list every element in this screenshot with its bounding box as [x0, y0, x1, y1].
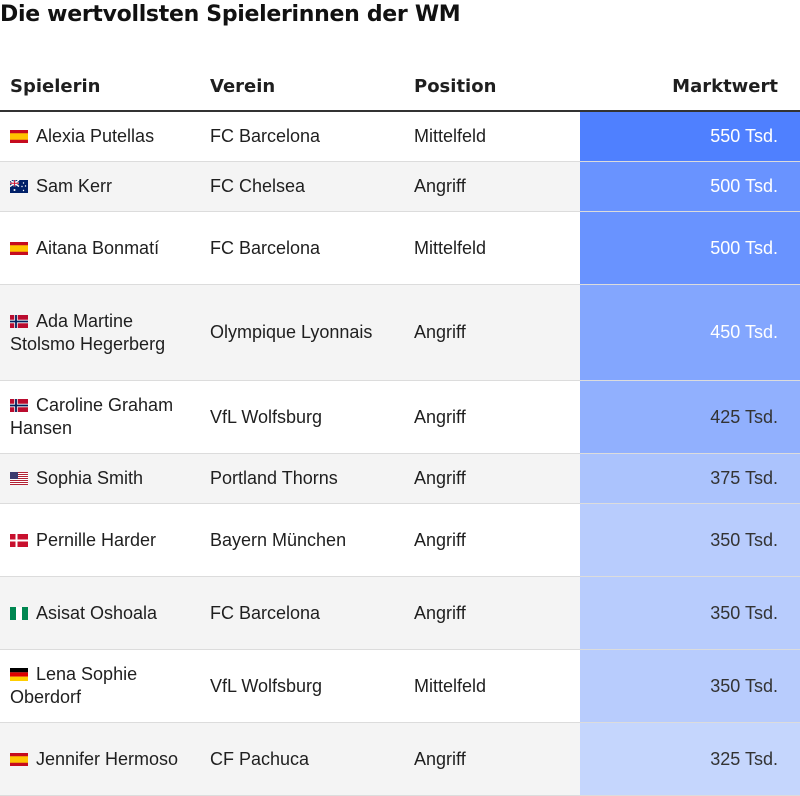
table-row: Caroline Graham Hansen VfL Wolfsburg Angri… — [0, 380, 800, 454]
germany-flag-icon — [10, 668, 28, 681]
player-name: Sam Kerr — [36, 176, 113, 196]
column-header-position[interactable]: Position — [404, 62, 580, 112]
player-name: Aitana Bonmatí — [36, 237, 160, 258]
player-name: Caroline Graham Hansen — [10, 395, 174, 438]
cell-player: Pernille Harder — [0, 503, 200, 577]
cell-club: FC Chelsea — [200, 161, 404, 212]
cell-position: Angriff — [404, 453, 580, 504]
cell-club: VfL Wolfsburg — [200, 649, 404, 723]
cell-club: FC Barcelona — [200, 576, 404, 650]
cell-market-value: 350 Tsd. — [580, 576, 800, 650]
table-row: Jennifer Hermoso CF Pachuca Angriff 325 Tsd… — [0, 722, 800, 796]
cell-player: Sophia Smith — [0, 453, 200, 504]
player-name: Asisat Oshoala — [36, 602, 158, 623]
cell-market-value: 350 Tsd. — [580, 649, 800, 723]
norway-flag-icon — [10, 399, 28, 412]
cell-position: Angriff — [404, 722, 580, 796]
cell-player: Sam Kerr — [0, 161, 200, 212]
cell-market-value: 500 Tsd. — [580, 211, 800, 285]
denmark-flag-icon — [10, 533, 28, 547]
cell-player: Ada Martine Stolsmo Hegerberg — [0, 284, 200, 381]
player-name: Ada Martine Stolsmo Hegerberg — [10, 310, 166, 354]
table-row: Asisat Oshoala FC Barcelona Angriff 350 Tsd… — [0, 576, 800, 650]
australia-flag-icon — [10, 180, 28, 193]
cell-market-value: 500 Tsd. — [580, 161, 800, 212]
cell-player: Alexia Putellas — [0, 111, 200, 162]
cell-player: Jennifer Hermoso — [0, 722, 200, 796]
player-name: Alexia Putellas — [36, 126, 155, 146]
market-value-table: Spielerin Verein Position Marktwert Alex… — [0, 62, 800, 796]
cell-position: Angriff — [404, 284, 580, 381]
cell-club: FC Barcelona — [200, 111, 404, 162]
cell-player: Lena Sophie Oberdorf — [0, 649, 200, 723]
cell-player: Caroline Graham Hansen — [0, 380, 200, 454]
cell-club: FC Barcelona — [200, 211, 404, 285]
cell-market-value: 375 Tsd. — [580, 453, 800, 504]
cell-club: Olympique Lyonnais — [200, 284, 404, 381]
player-name: Jennifer Hermoso — [36, 748, 179, 769]
cell-position: Mittelfeld — [404, 649, 580, 723]
table-row: Pernille Harder Bayern München Angriff 350 … — [0, 503, 800, 577]
spain-flag-icon — [10, 752, 28, 766]
player-name: Sophia Smith — [36, 468, 144, 488]
cell-market-value: 425 Tsd. — [580, 380, 800, 454]
spain-flag-icon — [10, 241, 28, 255]
cell-market-value: 325 Tsd. — [580, 722, 800, 796]
cell-position: Angriff — [404, 161, 580, 212]
cell-market-value: 450 Tsd. — [580, 284, 800, 381]
cell-club: Bayern München — [200, 503, 404, 577]
column-header-club[interactable]: Verein — [200, 62, 404, 112]
table-header-row: Spielerin Verein Position Marktwert — [0, 62, 800, 112]
column-header-player[interactable]: Spielerin — [0, 62, 200, 112]
cell-club: VfL Wolfsburg — [200, 380, 404, 454]
table-row: Lena Sophie Oberdorf VfL Wolfsburg Mittelf… — [0, 649, 800, 723]
player-name: Pernille Harder — [36, 529, 157, 550]
cell-club: Portland Thorns — [200, 453, 404, 504]
player-name: Lena Sophie Oberdorf — [10, 664, 138, 707]
table-row: Sophia Smith Portland Thorns Angriff 375 Ts… — [0, 453, 800, 504]
table-row: Sam Kerr FC Chelsea Angriff 500 Tsd. — [0, 161, 800, 212]
table-row: Ada Martine Stolsmo Hegerberg Olympique L… — [0, 284, 800, 381]
cell-player: Asisat Oshoala — [0, 576, 200, 650]
nigeria-flag-icon — [10, 606, 28, 620]
column-header-market-value[interactable]: Marktwert — [580, 62, 800, 112]
usa-flag-icon — [10, 472, 28, 485]
spain-flag-icon — [10, 130, 28, 143]
table-row: Aitana Bonmatí FC Barcelona Mittelfeld 500 … — [0, 211, 800, 285]
cell-position: Mittelfeld — [404, 111, 580, 162]
chart-title: Die wertvollsten Spielerinnen der WM — [0, 2, 461, 27]
cell-club: CF Pachuca — [200, 722, 404, 796]
cell-position: Angriff — [404, 576, 580, 650]
cell-market-value: 350 Tsd. — [580, 503, 800, 577]
cell-position: Mittelfeld — [404, 211, 580, 285]
cell-market-value: 550 Tsd. — [580, 111, 800, 162]
cell-position: Angriff — [404, 503, 580, 577]
norway-flag-icon — [10, 314, 28, 328]
cell-player: Aitana Bonmatí — [0, 211, 200, 285]
table-row: Alexia Putellas FC Barcelona Mittelfeld 550… — [0, 111, 800, 162]
cell-position: Angriff — [404, 380, 580, 454]
